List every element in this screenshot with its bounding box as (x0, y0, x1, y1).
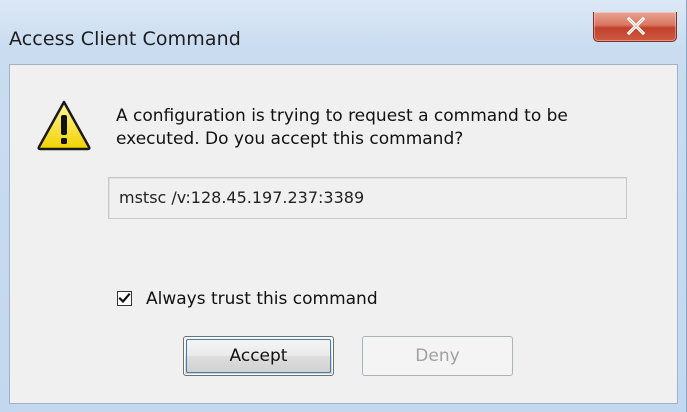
message-line-2: executed. Do you accept this command? (116, 129, 464, 149)
always-trust-checkbox[interactable] (117, 291, 132, 306)
window-title: Access Client Command (9, 28, 241, 50)
deny-button[interactable]: Deny (362, 336, 513, 376)
checkmark-icon (118, 292, 131, 304)
accept-button[interactable]: Accept (183, 336, 334, 376)
accept-label: Accept (229, 346, 288, 366)
command-field: mstsc /v:128.45.197.237:3389 (108, 177, 627, 219)
dialog-window: Access Client Command A configuration is… (0, 0, 687, 412)
message-line-1: A configuration is trying to request a c… (116, 106, 568, 126)
always-trust-label[interactable]: Always trust this command (146, 289, 378, 309)
close-icon (626, 17, 646, 35)
command-value: mstsc /v:128.45.197.237:3389 (119, 188, 365, 207)
dialog-body: A configuration is trying to request a c… (9, 64, 678, 404)
warning-icon (37, 100, 91, 151)
deny-label: Deny (415, 346, 460, 366)
close-button[interactable] (593, 12, 677, 42)
message-text: A configuration is trying to request a c… (116, 105, 656, 151)
